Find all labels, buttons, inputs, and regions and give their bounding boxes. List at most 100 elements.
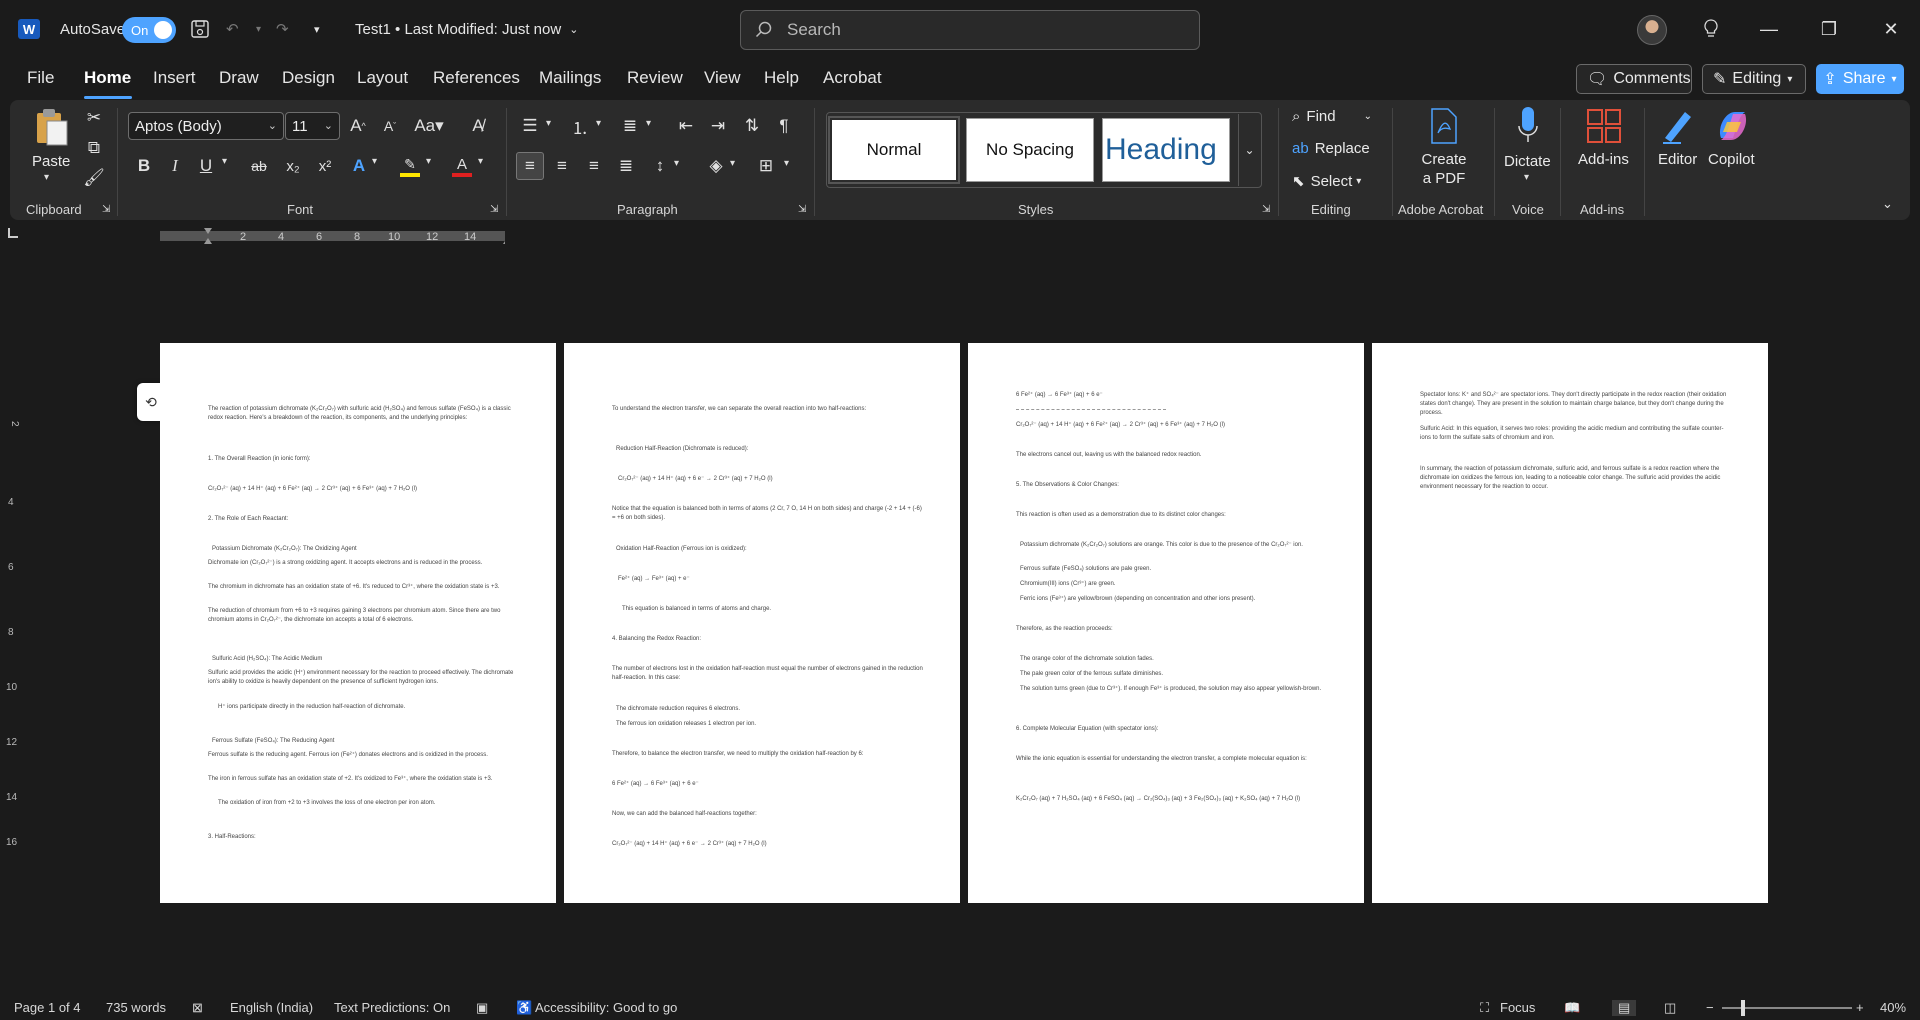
- highlight-icon[interactable]: ✎: [398, 152, 422, 180]
- format-painter-icon[interactable]: 🖌: [83, 168, 105, 188]
- shading-dropdown-icon[interactable]: ▾: [730, 158, 735, 169]
- word-count[interactable]: 735 words: [106, 1000, 166, 1015]
- share-button[interactable]: ⇪ Share ▾: [1816, 64, 1904, 94]
- zoom-slider-thumb[interactable]: [1741, 1000, 1745, 1016]
- vertical-ruler[interactable]: 2 4 6 8 10 12 14 16: [6, 345, 22, 905]
- paste-dropdown-icon[interactable]: ▾: [44, 172, 49, 183]
- search-box[interactable]: Search: [740, 10, 1200, 50]
- page-4[interactable]: Spectator Ions: K⁺ and SO₄²⁻ are spectat…: [1372, 343, 1768, 903]
- tab-insert[interactable]: Insert: [153, 68, 196, 88]
- underline-icon[interactable]: U: [196, 154, 216, 178]
- dictate-label[interactable]: Dictate: [1504, 152, 1551, 171]
- styles-more-icon[interactable]: ⌄: [1238, 114, 1260, 186]
- select-button[interactable]: ⬉ Select ▾: [1292, 172, 1361, 191]
- line-spacing-icon[interactable]: ↕: [648, 154, 672, 178]
- change-case-icon[interactable]: Aa▾: [412, 114, 446, 138]
- horizontal-ruler[interactable]: 2 4 6 8 10 12 14: [160, 228, 511, 244]
- page-count[interactable]: Page 1 of 4: [14, 1000, 81, 1015]
- font-color-icon[interactable]: A: [450, 152, 474, 180]
- paragraph-launcher-icon[interactable]: ⇲: [798, 204, 806, 215]
- editing-mode-button[interactable]: ✎ Editing ▾: [1702, 64, 1806, 94]
- tab-mailings[interactable]: Mailings: [539, 68, 601, 88]
- zoom-out-icon[interactable]: −: [1706, 1000, 1714, 1015]
- tab-design[interactable]: Design: [282, 68, 335, 88]
- subscript-icon[interactable]: x₂: [282, 154, 304, 178]
- align-right-icon[interactable]: ≡: [582, 154, 606, 178]
- print-layout-icon[interactable]: ▤: [1612, 1000, 1637, 1016]
- tab-references[interactable]: References: [433, 68, 520, 88]
- dictate-dropdown-icon[interactable]: ▾: [1524, 172, 1529, 183]
- page-2[interactable]: To understand the electron transfer, we …: [564, 343, 960, 903]
- tab-review[interactable]: Review: [627, 68, 683, 88]
- zoom-in-icon[interactable]: +: [1856, 1000, 1864, 1015]
- focus-mode[interactable]: Focus: [1500, 1000, 1535, 1015]
- undo-dropdown-icon[interactable]: ▾: [256, 0, 261, 58]
- clear-formatting-icon[interactable]: A̸: [466, 114, 490, 138]
- cut-icon[interactable]: ✂: [84, 108, 104, 128]
- tab-draw[interactable]: Draw: [219, 68, 259, 88]
- numbering-dropdown-icon[interactable]: ▾: [596, 118, 601, 129]
- shading-icon[interactable]: ◈: [704, 154, 728, 178]
- save-icon[interactable]: [190, 0, 210, 58]
- tab-layout[interactable]: Layout: [357, 68, 408, 88]
- numbering-icon[interactable]: ⒈: [568, 114, 592, 138]
- lightbulb-icon[interactable]: [1682, 0, 1740, 58]
- create-pdf-label[interactable]: Create a PDF: [1418, 150, 1470, 188]
- user-avatar[interactable]: [1637, 15, 1667, 45]
- web-layout-icon[interactable]: ◫: [1664, 1000, 1676, 1016]
- editor-label[interactable]: Editor: [1658, 150, 1697, 169]
- font-color-dropdown-icon[interactable]: ▾: [478, 156, 483, 167]
- text-effects-icon[interactable]: A: [348, 154, 370, 178]
- bold-icon[interactable]: B: [134, 154, 154, 178]
- macro-icon[interactable]: ▣: [476, 1000, 488, 1016]
- sort-icon[interactable]: ⇅: [740, 114, 764, 138]
- borders-dropdown-icon[interactable]: ▾: [784, 158, 789, 169]
- proofing-icon[interactable]: ⊠: [192, 1000, 203, 1016]
- replace-button[interactable]: ab Replace: [1292, 140, 1370, 157]
- page-1[interactable]: The reaction of potassium dichromate (K₂…: [160, 343, 556, 903]
- autosave-toggle[interactable]: On: [122, 17, 176, 43]
- shrink-font-icon[interactable]: Aˇ: [378, 114, 402, 138]
- find-button[interactable]: ⌕ Find ⌄: [1292, 108, 1372, 125]
- collapse-ribbon-icon[interactable]: ⌄: [1882, 196, 1893, 212]
- accessibility-status[interactable]: Accessibility: Good to go: [535, 1000, 677, 1015]
- copilot-icon[interactable]: [1714, 106, 1752, 146]
- editor-icon[interactable]: [1660, 106, 1696, 146]
- decrease-indent-icon[interactable]: ⇤: [674, 114, 698, 138]
- bullets-dropdown-icon[interactable]: ▾: [546, 118, 551, 129]
- clipboard-launcher-icon[interactable]: ⇲: [102, 204, 110, 215]
- copilot-label[interactable]: Copilot: [1708, 150, 1755, 169]
- zoom-level[interactable]: 40%: [1880, 1000, 1906, 1015]
- text-effects-dropdown-icon[interactable]: ▾: [372, 156, 377, 167]
- line-spacing-dropdown-icon[interactable]: ▾: [674, 158, 679, 169]
- multilevel-dropdown-icon[interactable]: ▾: [646, 118, 651, 129]
- font-launcher-icon[interactable]: ⇲: [490, 204, 498, 215]
- underline-dropdown-icon[interactable]: ▾: [222, 156, 227, 167]
- style-heading[interactable]: Heading: [1102, 118, 1230, 182]
- strikethrough-icon[interactable]: ab: [248, 154, 270, 178]
- addins-label[interactable]: Add-ins: [1578, 150, 1629, 169]
- tab-file[interactable]: File: [27, 68, 54, 88]
- font-size-combo[interactable]: 11 ⌄: [285, 112, 340, 140]
- superscript-icon[interactable]: x²: [314, 154, 336, 178]
- show-formatting-icon[interactable]: ¶: [772, 114, 796, 138]
- style-no-spacing[interactable]: No Spacing: [966, 118, 1094, 182]
- document-title[interactable]: Test1 • Last Modified: Just now ⌄: [355, 0, 578, 58]
- customize-toolbar-icon[interactable]: ▾: [314, 0, 320, 58]
- increase-indent-icon[interactable]: ⇥: [706, 114, 730, 138]
- grow-font-icon[interactable]: A ^: [346, 114, 370, 138]
- read-mode-icon[interactable]: 📖: [1564, 1000, 1580, 1016]
- tab-home[interactable]: Home: [84, 68, 131, 88]
- language-status[interactable]: English (India): [230, 1000, 313, 1015]
- copy-icon[interactable]: ⧉: [84, 138, 104, 158]
- italic-icon[interactable]: I: [165, 154, 185, 178]
- tab-view[interactable]: View: [704, 68, 741, 88]
- highlight-dropdown-icon[interactable]: ▾: [426, 156, 431, 167]
- justify-icon[interactable]: ≣: [614, 154, 638, 178]
- text-predictions-status[interactable]: Text Predictions: On: [334, 1000, 450, 1015]
- font-name-combo[interactable]: Aptos (Body) ⌄: [128, 112, 284, 140]
- close-icon[interactable]: ✕: [1862, 0, 1920, 58]
- addins-icon[interactable]: [1586, 106, 1622, 146]
- create-pdf-icon[interactable]: [1426, 106, 1462, 146]
- bullets-icon[interactable]: ☰: [518, 114, 542, 138]
